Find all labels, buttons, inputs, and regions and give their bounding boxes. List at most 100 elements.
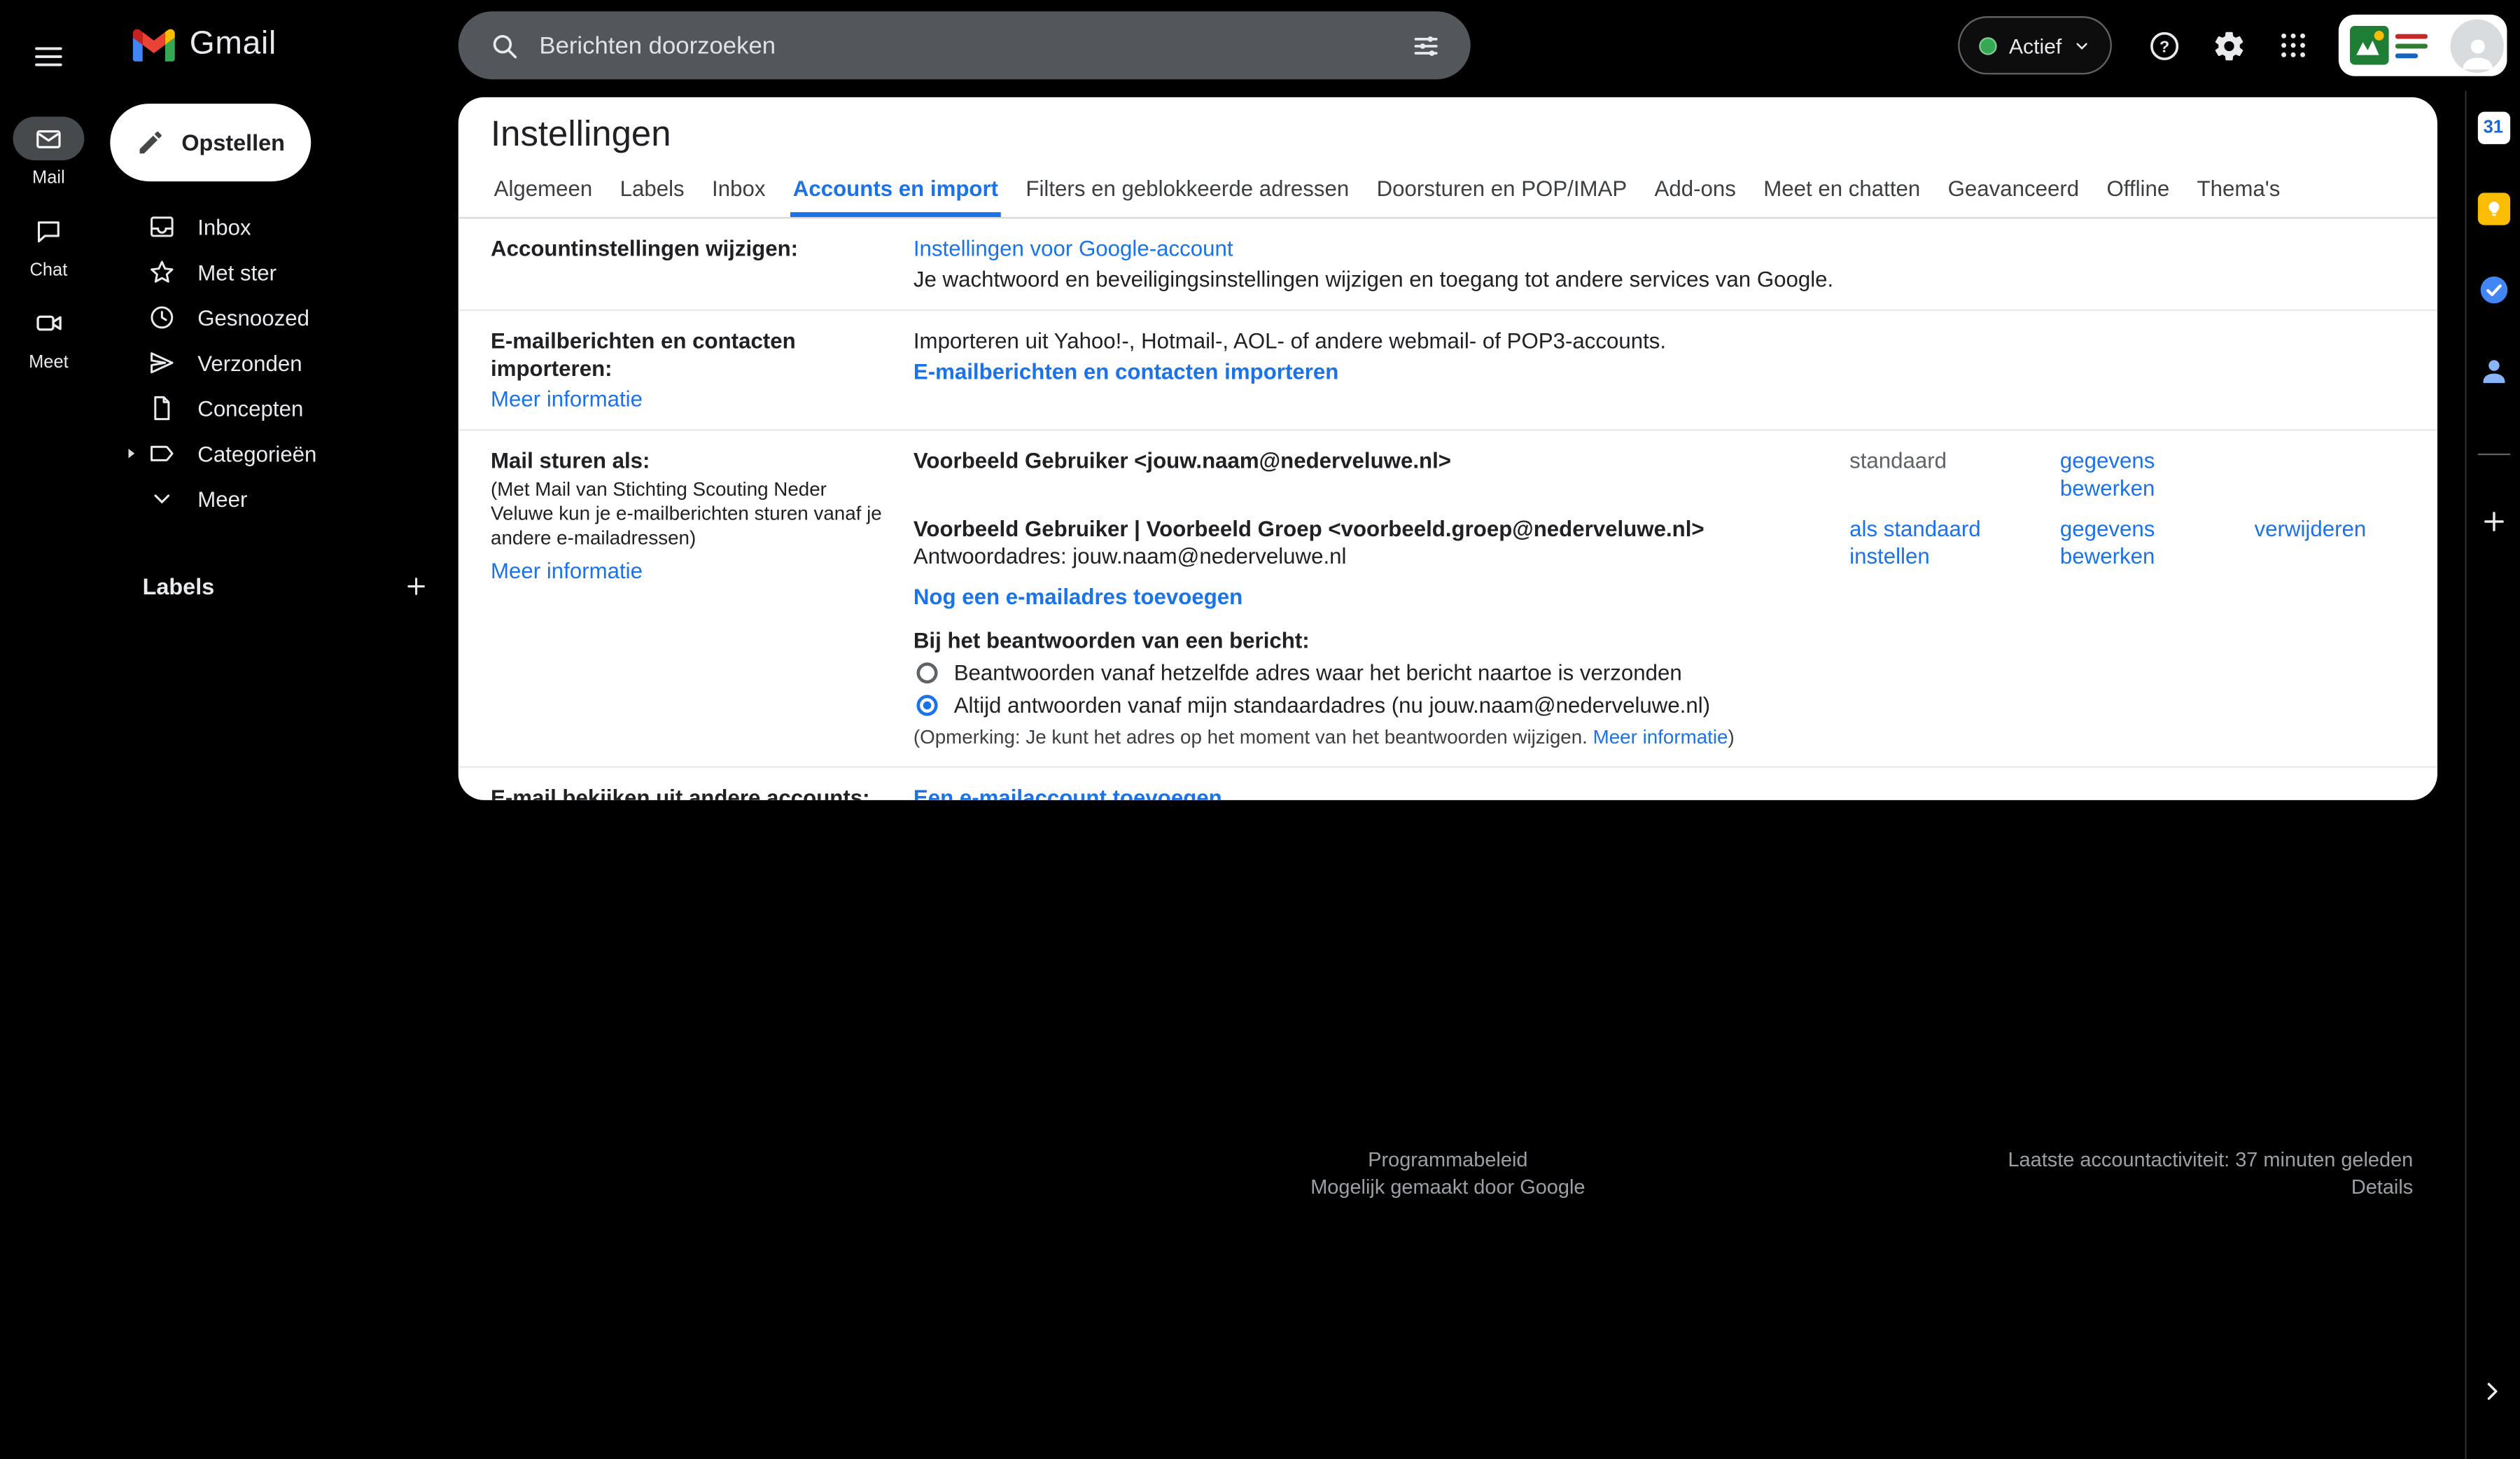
search-button[interactable] [475,16,533,74]
sidebar-item-categorieen[interactable]: Categorieën [97,431,458,476]
radio-same-address[interactable] [916,662,937,683]
sidebar-item-meer[interactable]: Meer [97,476,458,522]
section-import: E-mailberichten en contacten importeren:… [458,311,2437,431]
set-as-default-link[interactable]: als standaard instellen [1849,517,1981,568]
app-rail: Mail Chat Meet [0,0,97,1459]
tab-inbox[interactable]: Inbox [708,165,769,217]
sidebar-item-gesnoozed[interactable]: Gesnoozed [97,295,458,340]
tasks-app-button[interactable] [2475,272,2511,308]
contacts-app-button[interactable] [2475,353,2511,389]
import-mail-contacts-link[interactable]: E-mailberichten en contacten importeren [913,358,2405,385]
send-as-account-row: Voorbeeld Gebruiker <jouw.naam@nedervelu… [913,447,2405,503]
sidebar-item-inbox[interactable]: Inbox [97,204,458,250]
sidebar-item-concepten[interactable]: Concepten [97,386,458,431]
compose-label: Opstellen [181,130,285,155]
plus-icon [2479,507,2508,536]
activity-details-link[interactable]: Details [2008,1174,2413,1201]
search-input[interactable] [533,32,1396,59]
radio-label: Altijd antwoorden vanaf mijn standaardad… [954,692,1710,719]
tab-meet-en-chatten[interactable]: Meet en chatten [1760,165,1924,217]
help-button[interactable]: ? [2133,15,2194,76]
rail-item-mail[interactable]: Mail [13,117,85,188]
tab-doorsturen-pop-imap[interactable]: Doorsturen en POP/IMAP [1373,165,1630,217]
reply-note-more-info-link[interactable]: Meer informatie [1593,725,1728,748]
reply-address: Antwoordadres: jouw.naam@nederveluwe.nl [913,543,1849,570]
labels-header-row: Labels [143,564,439,609]
rail-item-chat[interactable]: Chat [13,209,85,280]
gmail-brand[interactable]: Gmail [133,26,276,63]
tab-add-ons[interactable]: Add-ons [1651,165,1740,217]
rail-label-chat: Chat [30,260,68,280]
radio-label: Beantwoorden vanaf hetzelfde adres waar … [954,659,1682,687]
main-menu-button[interactable] [16,25,81,90]
chevron-down-icon [146,482,178,515]
tab-algemeen[interactable]: Algemeen [491,165,596,217]
availability-status-pill[interactable]: Actief [1959,16,2112,74]
tab-accounts-en-import[interactable]: Accounts en import [790,165,1002,217]
search-options-button[interactable] [1396,16,1454,74]
tune-icon [1410,30,1441,61]
tab-labels[interactable]: Labels [617,165,687,217]
drafts-icon [146,392,178,424]
chevron-right-icon [2478,1377,2507,1406]
send-as-account-name: Voorbeeld Gebruiker | Voorbeeld Groep <v… [913,515,1849,543]
snooze-clock-icon [146,301,178,333]
radio-default-address[interactable] [916,695,937,716]
apps-grid-icon [2277,29,2309,62]
chat-icon [13,209,85,252]
get-add-ons-button[interactable] [2475,504,2511,540]
expand-chevron-icon[interactable] [120,442,142,465]
google-account-settings-link[interactable]: Instellingen voor Google-account [913,235,2405,262]
send-as-account-name: Voorbeeld Gebruiker <jouw.naam@nedervelu… [913,447,1849,503]
tab-offline[interactable]: Offline [2104,165,2173,217]
pencil-icon [136,128,166,158]
send-as-note: (Met Mail van Stichting Scouting Neder V… [491,478,888,551]
section-label: Mail sturen als: [491,447,888,475]
person-icon [2456,30,2498,72]
brand-name: Gmail [190,26,276,63]
top-right-cluster: Actief ? [1959,0,2507,91]
tab-geavanceerd[interactable]: Geavanceerd [1945,165,2082,217]
show-side-panel-button[interactable] [2478,1377,2507,1406]
contacts-icon [2477,355,2510,387]
edit-info-link[interactable]: gegevens bewerken [2060,517,2155,568]
edit-info-link[interactable]: gegevens bewerken [2060,449,2155,501]
send-as-more-info-link[interactable]: Meer informatie [491,557,888,585]
section-check-mail-other-accounts: E-mail bekijken uit andere accounts: Mee… [458,768,2437,800]
organization-logo [2348,22,2432,68]
side-panel-rail: 31 [2465,91,2520,1459]
keep-icon [2477,193,2510,225]
delete-link[interactable]: verwijderen [2255,517,2367,541]
import-more-info-link[interactable]: Meer informatie [491,386,888,413]
create-label-button[interactable] [393,564,439,609]
sidebar-item-verzonden[interactable]: Verzonden [97,340,458,386]
status-label: Actief [2009,33,2062,57]
categories-label-icon [146,438,178,470]
account-area[interactable] [2339,15,2507,76]
account-avatar[interactable] [2450,19,2503,72]
settings-button[interactable] [2198,15,2260,76]
import-description: Importeren uit Yahoo!-, Hotmail-, AOL- o… [913,327,2405,354]
chevron-down-icon [2073,36,2090,54]
hamburger-icon [32,41,64,73]
search-icon [489,30,519,61]
reply-option-default-address: Altijd antwoorden vanaf mijn standaardad… [913,692,2405,719]
inbox-icon [146,211,178,243]
meet-camera-icon [13,301,85,344]
mail-sidebar: Opstellen Inbox Met ster [97,91,458,609]
add-mail-account-link[interactable]: Een e-mailaccount toevoegen [913,784,2405,800]
rail-item-meet[interactable]: Meet [13,301,85,372]
gmail-app: Mail Chat Meet Gmail [0,0,2520,1459]
tab-themas[interactable]: Thema's [2194,165,2283,217]
labels-header: Labels [143,573,215,599]
reply-option-same-address: Beantwoorden vanaf hetzelfde adres waar … [913,659,2405,687]
tab-filters[interactable]: Filters en geblokkeerde adressen [1023,165,1352,217]
google-apps-button[interactable] [2262,15,2324,76]
keep-app-button[interactable] [2475,191,2511,227]
calendar-app-button[interactable]: 31 [2475,110,2511,146]
section-label: Accountinstellingen wijzigen: [491,235,888,262]
add-email-address-link[interactable]: Nog een e-mailadres toevoegen [913,585,1242,609]
last-account-activity-text: Laatste accountactiviteit: 37 minuten ge… [2008,1147,2413,1174]
sidebar-item-met-ster[interactable]: Met ster [97,249,458,295]
compose-button[interactable]: Opstellen [110,104,311,181]
